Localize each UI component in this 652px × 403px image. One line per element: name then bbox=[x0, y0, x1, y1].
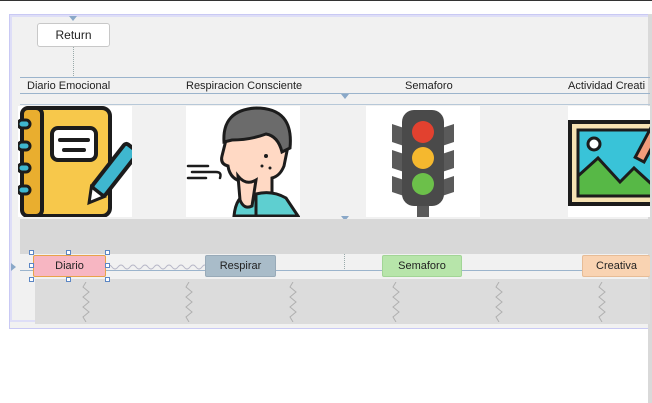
resize-handle[interactable] bbox=[105, 250, 110, 255]
diario-image[interactable] bbox=[18, 106, 132, 217]
separator-zigzag bbox=[392, 282, 400, 322]
link-connector bbox=[106, 264, 206, 270]
resize-handle[interactable] bbox=[105, 263, 110, 268]
semaforo-image[interactable] bbox=[366, 106, 480, 217]
activity-label-respiracion: Respiracion Consciente bbox=[186, 80, 303, 92]
anchor-marker bbox=[69, 16, 77, 21]
resize-handle[interactable] bbox=[29, 250, 34, 255]
image-row-top-line bbox=[20, 104, 650, 105]
separator-zigzag bbox=[82, 282, 90, 322]
connector-line bbox=[73, 46, 74, 76]
return-button[interactable]: Return bbox=[37, 23, 110, 47]
lower-track bbox=[35, 279, 650, 324]
resize-handle[interactable] bbox=[105, 277, 110, 282]
anchor-marker bbox=[341, 94, 349, 99]
respiracion-image[interactable] bbox=[186, 106, 300, 217]
separator-zigzag bbox=[495, 282, 503, 322]
notebook-pen-icon bbox=[18, 106, 132, 217]
chip-diario[interactable]: Diario bbox=[33, 255, 106, 277]
resize-handle[interactable] bbox=[66, 277, 71, 282]
chip-respirar[interactable]: Respirar bbox=[205, 255, 276, 277]
timeline-band bbox=[20, 219, 650, 254]
label-row-bottom-line bbox=[20, 93, 650, 94]
resize-handle[interactable] bbox=[29, 263, 34, 268]
separator-zigzag bbox=[185, 282, 193, 322]
separator-zigzag bbox=[289, 282, 297, 322]
creativa-image[interactable] bbox=[568, 106, 650, 217]
resize-handle[interactable] bbox=[66, 250, 71, 255]
traffic-light-icon bbox=[392, 110, 454, 217]
chip-semaforo[interactable]: Semaforo bbox=[382, 255, 462, 277]
activity-label-diario: Diario Emocional bbox=[27, 80, 111, 92]
timeline-start-marker bbox=[11, 263, 16, 271]
breathing-person-icon bbox=[186, 106, 300, 217]
landscape-picture-pencil-icon bbox=[568, 114, 650, 206]
activity-label-semaforo: Semaforo bbox=[405, 80, 453, 92]
chip-creativa[interactable]: Creativa bbox=[582, 255, 650, 277]
activity-label-creativa: Actividad Creati bbox=[568, 80, 646, 92]
label-row-top-line bbox=[20, 77, 650, 78]
top-border bbox=[0, 0, 652, 1]
resize-handle[interactable] bbox=[29, 277, 34, 282]
separator-zigzag bbox=[598, 282, 606, 322]
